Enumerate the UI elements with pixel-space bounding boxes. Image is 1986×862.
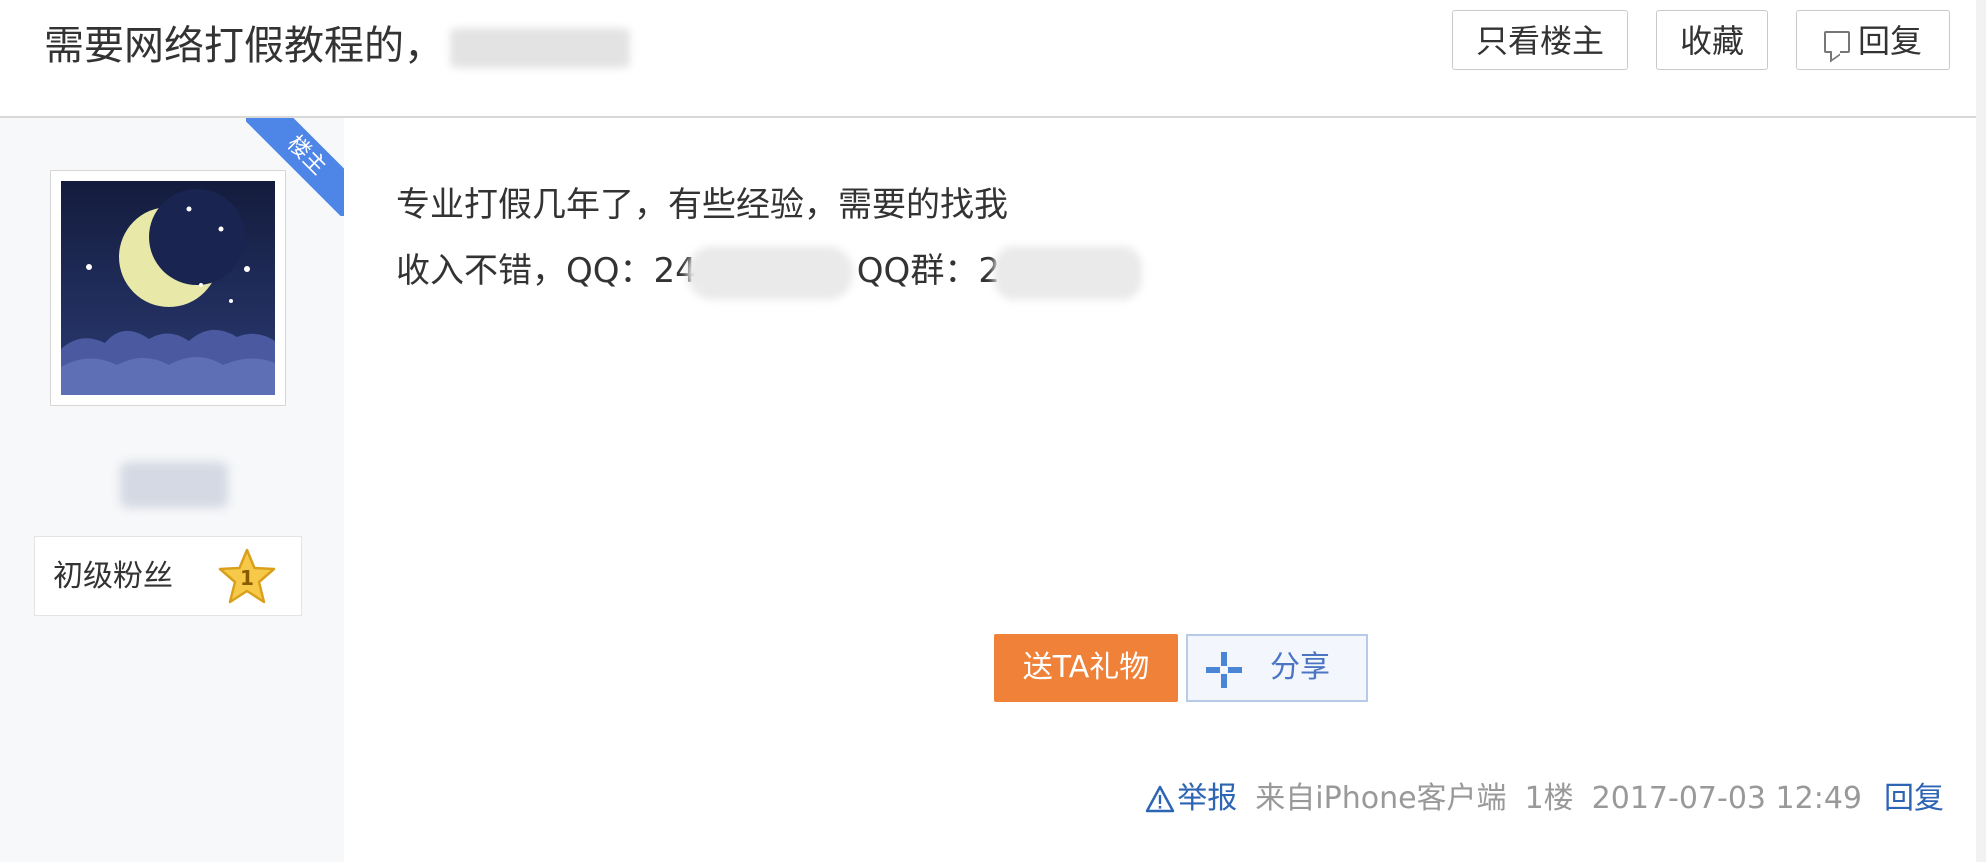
- favorite-button[interactable]: 收藏: [1656, 10, 1768, 70]
- post-source: 来自iPhone客户端: [1255, 781, 1507, 816]
- share-plus-icon: [1206, 652, 1242, 688]
- reply-button[interactable]: 回复: [1796, 10, 1950, 70]
- fan-level-number: 1: [240, 566, 254, 590]
- post-content: 专业打假几年了，有些经验，需要的找我 收入不错，QQ：24 QQ群：2: [396, 172, 1142, 304]
- fan-level-badge[interactable]: 初级粉丝 1: [34, 536, 302, 616]
- send-gift-button[interactable]: 送TA礼物: [994, 634, 1178, 702]
- post-line-2: 收入不错，QQ：24 QQ群：2: [396, 238, 1142, 304]
- thread-title: 需要网络打假教程的，: [44, 20, 630, 72]
- post-line-1: 专业打假几年了，有些经验，需要的找我: [396, 185, 1008, 225]
- post-footer: 举报 来自iPhone客户端 1楼 2017-07-03 12:49 回复: [1145, 776, 1944, 822]
- avatar[interactable]: [50, 170, 286, 406]
- scrollbar-track: [1976, 0, 1986, 862]
- report-link[interactable]: 举报: [1145, 781, 1237, 816]
- floor-number: 1楼: [1524, 781, 1574, 816]
- warning-icon: [1146, 785, 1175, 813]
- share-button[interactable]: 分享: [1186, 634, 1368, 702]
- fan-level-label: 初级粉丝: [53, 559, 173, 594]
- level-star-icon: 1: [218, 548, 276, 604]
- reply-button-label: 回复: [1857, 22, 1922, 60]
- redacted-qq-number: [686, 245, 853, 300]
- post-timestamp: 2017-07-03 12:49: [1591, 781, 1862, 816]
- comment-icon: [1823, 31, 1850, 53]
- moon-night-avatar-icon: [61, 181, 275, 395]
- redacted-title-blur: [450, 28, 630, 68]
- thread-title-text: 需要网络打假教程的，: [44, 23, 444, 69]
- redacted-qq-group: [993, 245, 1142, 300]
- only-op-button[interactable]: 只看楼主: [1452, 10, 1628, 70]
- thread-header: 需要网络打假教程的， 只看楼主 收藏 回复: [0, 0, 1986, 116]
- report-label: 举报: [1177, 781, 1238, 816]
- redacted-username[interactable]: [120, 462, 228, 508]
- post-qq-group-text: QQ群：2: [856, 251, 1000, 291]
- post-reply-link[interactable]: 回复: [1884, 781, 1944, 816]
- share-label: 分享: [1270, 650, 1330, 685]
- post-qq-text: 收入不错，QQ：24: [396, 251, 697, 291]
